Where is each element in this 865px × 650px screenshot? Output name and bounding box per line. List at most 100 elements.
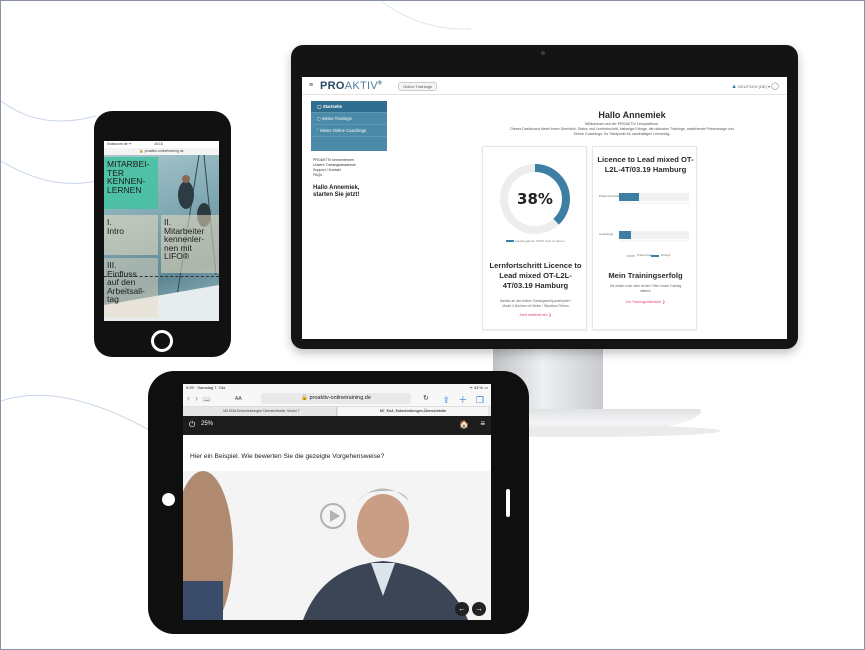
tile4-line: tag bbox=[107, 294, 119, 305]
greeting-line-1: Hallo Annemiek, bbox=[313, 185, 360, 191]
sidebar-item-coachings[interactable]: ﾟ Meine Online Coachings bbox=[311, 125, 387, 137]
canvas: ≡ PROAKTIV® Online Trainings ▲ DEUTSCH (… bbox=[0, 0, 865, 650]
dashboard-header: ≡ PROAKTIV® Online Trainings ▲ DEUTSCH (… bbox=[302, 77, 787, 95]
bars-legend-2: Erfolge bbox=[661, 253, 671, 257]
bars-row-2-fill bbox=[619, 231, 631, 239]
progress-text-line-2: Modul 4 Zuhören mit Zielen / Situatives … bbox=[502, 303, 569, 308]
forward-icon[interactable]: › bbox=[195, 393, 198, 403]
browser-toolbar: ‹ › 📖 AA 🔒 proaktiv-onlinetraining.de ↻ … bbox=[183, 391, 491, 407]
previous-arrow-icon[interactable]: ← bbox=[455, 602, 469, 616]
tab-modul[interactable]: M3.ENA Entscheidungen Übersichtseite: Mo… bbox=[187, 407, 337, 416]
tablet: 9:29 · Samstag 7. Okt. ᯤ 43 % ▭ ‹ › 📖 AA… bbox=[148, 371, 529, 634]
page-title: Hallo Annemiek bbox=[598, 110, 666, 120]
group-icon: ﾟ bbox=[317, 128, 320, 133]
dashed-divider bbox=[104, 276, 219, 277]
progress-card-title: Lernfortschritt Licence to Lead mixed OT… bbox=[489, 261, 582, 290]
progress-donut-chart: 38% bbox=[500, 164, 570, 234]
video-player[interactable]: ← → bbox=[183, 471, 491, 620]
home-icon: ◯ bbox=[317, 104, 322, 109]
browser-actions[interactable]: ⇪ ＋ ❐ bbox=[442, 393, 487, 406]
donut-legend: bereits gelernt noch zu lernen bbox=[483, 239, 588, 243]
bars-row-2-label: Coachings bbox=[599, 232, 614, 236]
smartphone: Swisscom de ᯤ 16:15 🔒 proaktiv-onlinetra… bbox=[94, 111, 231, 357]
legend-swatch-erfolge bbox=[651, 255, 659, 257]
play-triangle bbox=[330, 510, 340, 522]
home-icon[interactable]: 🏠 bbox=[459, 420, 469, 429]
training-card-title: Licence to Lead mixed OT-L2L-4T/03.19 Ha… bbox=[597, 155, 694, 174]
back-icon[interactable]: ‹ bbox=[187, 393, 190, 403]
phone-home-button[interactable] bbox=[151, 330, 173, 352]
donut-percent-label: 38% bbox=[517, 190, 553, 208]
progress-text-line-1: Nahtlos an den letzten Trainingserfolg a… bbox=[499, 299, 572, 303]
tile2-line: Intro bbox=[107, 225, 125, 236]
user-menu[interactable]: ▲ DEUTSCH (DE) ▾ ◯ bbox=[731, 82, 779, 90]
progress-card-text: Nahtlos an den letzten Trainingserfolg a… bbox=[493, 299, 578, 308]
greeting-line-2: starten Sie jetzt! bbox=[313, 192, 360, 198]
welcome-line-3: Online Coachings. Ihr Startpunkt für nac… bbox=[573, 132, 671, 136]
welcome-text: Willkommen auf der PROAKTIV Lernplattfor… bbox=[472, 122, 772, 137]
link-faqs[interactable]: FAQs bbox=[313, 173, 356, 178]
course-progress: 25% bbox=[201, 421, 214, 427]
tablet-status-bar: 9:29 · Samstag 7. Okt. ᯤ 43 % ▭ bbox=[183, 384, 491, 391]
proaktiv-logo[interactable]: PROAKTIV® bbox=[320, 80, 382, 92]
phone-screen: Swisscom de ᯤ 16:15 🔒 proaktiv-onlinetra… bbox=[104, 141, 219, 321]
reload-icon[interactable]: ↻ bbox=[423, 394, 429, 402]
bars-row-1-label: Präsenzmodule bbox=[599, 194, 620, 198]
bars-legend-1: Präsenztag bbox=[637, 253, 653, 257]
legend-done-label: bereits gelernt bbox=[515, 239, 535, 243]
carrier-label: Swisscom de ᯤ bbox=[107, 142, 132, 146]
success-text-line-1: Sie wollen noch mehr lernen? Hier! neues… bbox=[609, 284, 682, 288]
training-success-text: Sie wollen noch mehr lernen? Hier! neues… bbox=[603, 284, 688, 293]
legend-swatch-open bbox=[536, 240, 544, 243]
sidebar-greeting: Hallo Annemiek, starten Sie jetzt! bbox=[313, 185, 359, 199]
tile1-line: LERNEN bbox=[107, 184, 142, 195]
course-toolbar: ⏻ 25% 🏠 ≡ bbox=[183, 416, 491, 435]
dashboard-screen: ≡ PROAKTIV® Online Trainings ▲ DEUTSCH (… bbox=[302, 77, 787, 339]
success-text-line-2: starten! bbox=[640, 288, 651, 293]
tablet-date: 9:29 · Samstag 7. Okt. bbox=[186, 385, 227, 390]
tile-lifo[interactable]: II. Mitarbeiter kennenler- nen mit LIFO® bbox=[161, 215, 219, 273]
calendar-icon: ▢ bbox=[317, 116, 321, 121]
video-frame bbox=[183, 471, 491, 620]
phone-status-bar: Swisscom de ᯤ 16:15 bbox=[104, 141, 219, 148]
tile-einfluss[interactable]: III. Einfluss auf den Arbeitsall- tag bbox=[104, 258, 158, 318]
bookmarks-icon[interactable]: 📖 bbox=[203, 397, 210, 403]
progress-card: 38% bereits gelernt noch zu lernen Lernf… bbox=[482, 146, 587, 330]
tablet-side-button[interactable] bbox=[506, 489, 510, 517]
user-icon[interactable]: ◯ bbox=[771, 83, 779, 90]
power-icon[interactable]: ⏻ bbox=[189, 420, 195, 430]
bars-row-1-fill bbox=[619, 193, 639, 201]
notification-icon[interactable]: ▲ bbox=[731, 84, 737, 90]
tile-mitarbeiter-kennenlernen[interactable]: MITARBEI- TER KENNEN- LERNEN bbox=[104, 157, 158, 209]
legend-swatch-praesenztag bbox=[627, 255, 635, 257]
training-overview-link[interactable]: Zur Trainingsübersicht ❯ bbox=[593, 300, 698, 304]
browser-tabs: M3.ENA Entscheidungen Übersichtseite: Mo… bbox=[183, 407, 491, 416]
legend-open-label: noch zu lernen bbox=[544, 239, 565, 243]
question-text: Hier ein Beispiel. Wie bewerten Sie die … bbox=[190, 453, 385, 460]
tab-active[interactable]: M7_EnA_Entscheidungen-Übersichtsite bbox=[338, 407, 488, 416]
address-bar[interactable]: 🔒 proaktiv-onlinetraining.de bbox=[261, 393, 411, 404]
browser-nav: ‹ › 📖 bbox=[187, 393, 211, 403]
play-icon[interactable] bbox=[320, 503, 346, 529]
sidebar-links: PROAKTIV kennenlernen Unsere Trainingsak… bbox=[313, 158, 356, 178]
sidebar-menu: ◯ Startseite ▢ Meine Trainings ﾟ Meine O… bbox=[311, 101, 387, 151]
reader-aa-button[interactable]: AA bbox=[235, 396, 242, 402]
menu-icon[interactable]: ≡ bbox=[480, 419, 485, 428]
tablet-screen: 9:29 · Samstag 7. Okt. ᯤ 43 % ▭ ‹ › 📖 AA… bbox=[183, 384, 491, 620]
continue-learning-link[interactable]: Jetzt weiterlernen ❯ bbox=[483, 313, 588, 317]
legend-swatch-done bbox=[506, 240, 515, 243]
phone-url-bar[interactable]: 🔒 proaktiv-onlinetraining.de bbox=[104, 148, 219, 155]
training-success-heading: Mein Trainingserfolg bbox=[608, 271, 683, 280]
sidebar-item-trainings[interactable]: ▢ Meine Trainings bbox=[311, 113, 387, 125]
sidebar-item-startseite[interactable]: ◯ Startseite bbox=[311, 101, 387, 113]
hamburger-icon[interactable]: ≡ bbox=[309, 82, 313, 89]
phone-time: 16:15 bbox=[154, 142, 163, 146]
next-arrow-icon[interactable]: → bbox=[472, 602, 486, 616]
monitor-camera bbox=[541, 51, 545, 55]
tile3-line: LIFO® bbox=[164, 251, 190, 262]
tablet-camera bbox=[162, 493, 175, 506]
desktop-monitor: ≡ PROAKTIV® Online Trainings ▲ DEUTSCH (… bbox=[291, 45, 798, 349]
training-card: Licence to Lead mixed OT-L2L-4T/03.19 Ha… bbox=[592, 146, 697, 330]
tile-intro[interactable]: I. Intro bbox=[104, 215, 158, 255]
online-trainings-badge[interactable]: Online Trainings bbox=[398, 82, 437, 91]
